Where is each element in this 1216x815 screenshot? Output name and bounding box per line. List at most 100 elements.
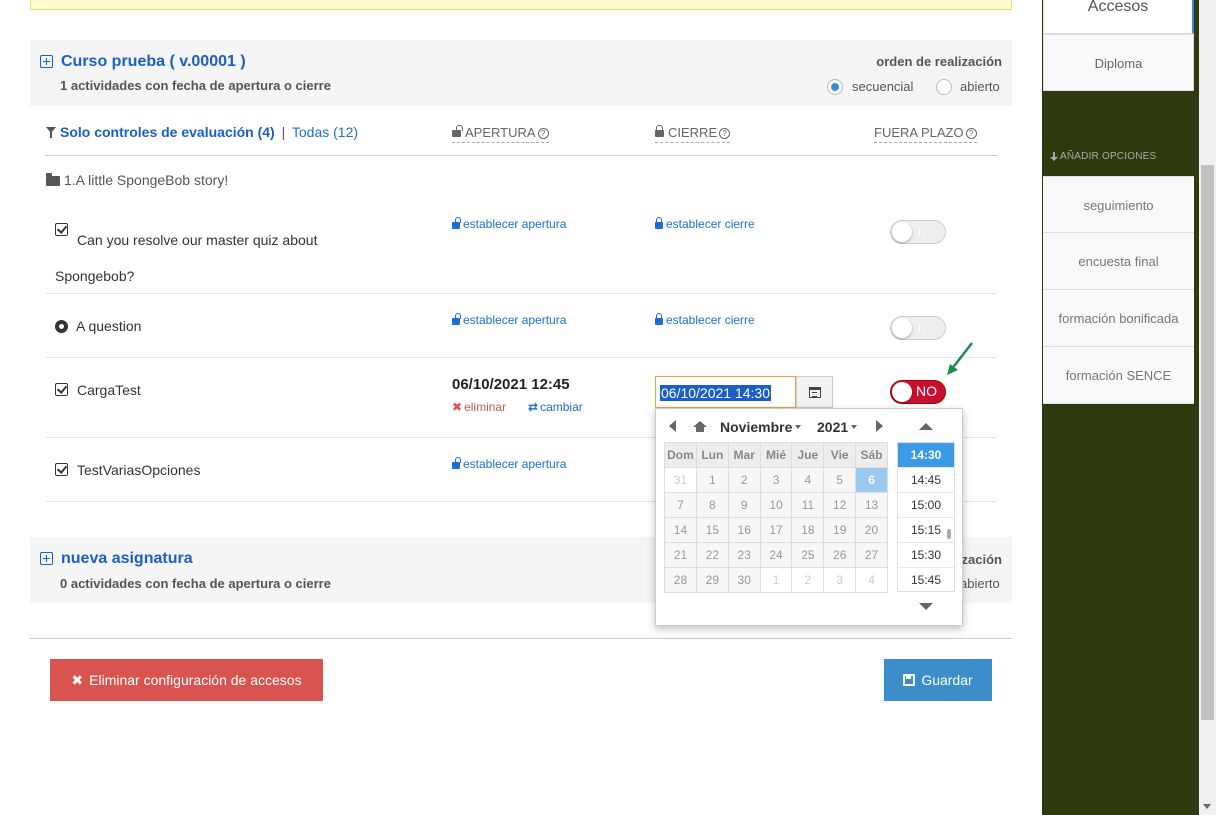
radio-abierto-label[interactable]: abierto (960, 576, 1000, 591)
delete-apertura-link[interactable]: ✖ eliminar (452, 400, 506, 414)
help-icon[interactable]: ? (719, 128, 731, 139)
check-square-icon (55, 383, 68, 396)
day-cell[interactable]: 31 (664, 467, 697, 493)
radio-secuencial-label[interactable]: secuencial (852, 79, 913, 94)
section-title[interactable]: Curso prueba ( v.00001 ) (61, 53, 246, 71)
weekday: Vie (823, 442, 857, 468)
day-cell[interactable]: 24 (759, 542, 793, 568)
set-apertura-link[interactable]: establecer apertura (452, 217, 566, 231)
times-icon: ✖ (71, 672, 84, 688)
month-select[interactable]: Noviembre (720, 419, 802, 435)
day-cell[interactable]: 23 (727, 542, 761, 568)
times-icon: ✖ (452, 400, 463, 414)
tab-accesos[interactable]: Accesos (1043, 0, 1194, 34)
time-option[interactable]: 15:30 (898, 543, 954, 568)
day-cell[interactable]: 3 (823, 567, 857, 593)
day-cell[interactable]: 2 (791, 567, 825, 593)
day-cell[interactable]: 27 (855, 542, 888, 568)
help-icon[interactable]: ? (965, 128, 977, 139)
plus-square-icon[interactable] (40, 55, 53, 68)
time-scroll-up-icon[interactable] (919, 423, 933, 430)
fuera-plazo-toggle[interactable]: NO (890, 316, 946, 340)
activity-name: CargaTest (77, 382, 141, 398)
day-cell[interactable]: 11 (791, 492, 825, 518)
day-cell[interactable]: 28 (664, 567, 697, 593)
sidebar-item-seguimiento[interactable]: seguimiento (1043, 176, 1194, 233)
time-option[interactable]: 15:15 (898, 518, 954, 543)
radio-abierto[interactable] (936, 79, 952, 95)
day-cell[interactable]: 8 (695, 492, 729, 518)
day-cell[interactable]: 20 (855, 517, 888, 543)
radio-secuencial[interactable] (827, 79, 843, 95)
next-month-icon[interactable] (876, 420, 883, 432)
set-cierre-link[interactable]: establecer cierre (655, 217, 755, 231)
day-cell[interactable]: 21 (664, 542, 697, 568)
day-cell[interactable]: 4 (791, 467, 825, 493)
save-button[interactable]: Guardar (884, 659, 992, 701)
change-apertura-link[interactable]: ⇄ cambiar (528, 400, 583, 414)
day-cell[interactable]: 1 (695, 467, 729, 493)
time-option-selected[interactable]: 14:30 (898, 443, 954, 468)
weekday: Mar (727, 442, 761, 468)
set-cierre-link[interactable]: establecer cierre (655, 313, 755, 327)
weekday: Dom (664, 442, 697, 468)
day-cell[interactable]: 19 (823, 517, 857, 543)
toggle-label: NO (916, 383, 937, 399)
time-option[interactable]: 14:45 (898, 468, 954, 493)
day-cell-selected[interactable]: 6 (855, 467, 888, 493)
set-cierre-label: establecer cierre (666, 217, 755, 231)
day-cell[interactable]: 18 (791, 517, 825, 543)
fuera-plazo-toggle[interactable]: NO (890, 220, 946, 244)
help-icon[interactable]: ? (537, 128, 549, 139)
day-cell[interactable]: 1 (759, 567, 793, 593)
plus-square-icon[interactable] (40, 552, 53, 565)
prev-month-icon[interactable] (669, 420, 676, 432)
set-apertura-link[interactable]: establecer apertura (452, 457, 566, 471)
day-cell[interactable]: 13 (855, 492, 888, 518)
time-option[interactable]: 15:00 (898, 493, 954, 518)
fuera-plazo-toggle[interactable]: NO (890, 380, 946, 404)
day-cell[interactable]: 25 (791, 542, 825, 568)
day-cell[interactable]: 9 (727, 492, 761, 518)
filter-all-link[interactable]: Todas (12) (292, 124, 358, 140)
time-scroll-down-icon[interactable] (919, 603, 933, 610)
day-cell[interactable]: 22 (695, 542, 729, 568)
day-cell[interactable]: 3 (759, 467, 793, 493)
calendar-button[interactable] (796, 376, 833, 408)
sidebar-item-formacion-sence[interactable]: formación SENCE (1043, 347, 1194, 404)
day-cell[interactable]: 14 (664, 517, 697, 543)
year-select[interactable]: 2021 (817, 419, 858, 435)
radio-abierto-label[interactable]: abierto (960, 79, 1000, 94)
scroll-down-icon[interactable] (1203, 804, 1211, 809)
day-cell[interactable]: 15 (695, 517, 729, 543)
tab-diploma[interactable]: Diploma (1043, 34, 1194, 91)
section-subtitle: 0 actividades con fecha de apertura o ci… (60, 576, 331, 591)
sidebar-item-encuesta-final[interactable]: encuesta final (1043, 233, 1194, 290)
set-apertura-link[interactable]: establecer apertura (452, 313, 566, 327)
activity-name: A question (76, 318, 142, 334)
section-title[interactable]: nueva asignatura (61, 550, 193, 568)
day-cell[interactable]: 12 (823, 492, 857, 518)
gear-icon (55, 320, 68, 333)
filter-eval-link[interactable]: Solo controles de evaluación (4) (60, 124, 275, 140)
day-cell[interactable]: 30 (727, 567, 761, 593)
day-cell[interactable]: 29 (695, 567, 729, 593)
day-cell[interactable]: 16 (727, 517, 761, 543)
day-cell[interactable]: 17 (759, 517, 793, 543)
cierre-date-input[interactable]: 06/10/2021 14:30 (655, 376, 796, 408)
page-scroll-thumb[interactable] (1201, 165, 1214, 720)
day-cell[interactable]: 7 (664, 492, 697, 518)
unlock-icon (452, 217, 461, 229)
time-option[interactable]: 15:45 (898, 568, 954, 591)
day-cell[interactable]: 26 (823, 542, 857, 568)
sidebar-item-formacion-bonificada[interactable]: formación bonificada (1043, 290, 1194, 347)
day-cell[interactable]: 10 (759, 492, 793, 518)
day-cell[interactable]: 4 (855, 567, 888, 593)
day-cell[interactable]: 2 (727, 467, 761, 493)
home-icon[interactable] (693, 421, 707, 432)
delete-access-config-button[interactable]: ✖ Eliminar configuración de accesos (50, 659, 323, 701)
set-apertura-label: establecer apertura (463, 313, 567, 327)
time-scroll-thumb[interactable] (947, 529, 951, 539)
divider (30, 638, 1012, 639)
day-cell[interactable]: 5 (823, 467, 857, 493)
